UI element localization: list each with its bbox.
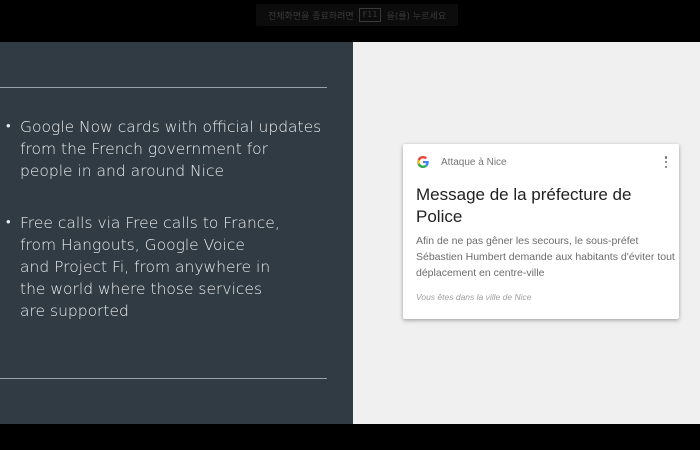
card-body-text: Afin de ne pas gêner les secours, le sou…	[416, 235, 675, 279]
bottom-divider	[0, 378, 327, 379]
bullet-item: • Google Now cards with official updates…	[6, 116, 322, 182]
bullet-line: from Hangouts, Google Voice	[20, 236, 245, 254]
top-divider	[0, 87, 327, 88]
card-footer-location: Vous êtes dans la ville de Nice	[416, 292, 532, 302]
top-letterbox: 전체화면을 종료하려면 F11 을(를) 누르세요	[0, 0, 700, 42]
fullscreen-hint-key: F11	[358, 8, 382, 22]
bottom-letterbox	[0, 424, 700, 450]
bullet-line: Free calls via Free calls to France,	[20, 214, 280, 232]
card-title: Message de la préfecture de Police	[416, 185, 632, 226]
bullet-line: Google Now cards with official updates	[20, 118, 322, 136]
slide-right-panel: Attaque à Nice Message de la préfecture …	[353, 42, 700, 424]
more-vert-icon[interactable]	[663, 155, 669, 169]
google-g-icon	[417, 156, 429, 168]
slide-left-panel: • Google Now cards with official updates…	[0, 42, 353, 424]
bullet-line: are supported	[20, 302, 129, 320]
fullscreen-exit-hint: 전체화면을 종료하려면 F11 을(를) 누르세요	[256, 4, 458, 26]
fullscreen-hint-suffix: 을(를) 누르세요	[386, 11, 447, 22]
bullet-line: people in and around Nice	[20, 162, 224, 180]
bullet-marker: •	[6, 119, 11, 134]
bullet-item: • Free calls via Free calls to France, f…	[6, 212, 320, 322]
bullet-line: from the French government for	[20, 140, 269, 158]
card-source-label: Attaque à Nice	[441, 156, 507, 168]
bullet-line: the world where those services	[20, 280, 263, 298]
google-now-card[interactable]: Attaque à Nice Message de la préfecture …	[403, 144, 679, 319]
bullet-line: and Project Fi, from anywhere in	[20, 258, 271, 276]
card-header: Attaque à Nice	[417, 154, 669, 170]
bullet-marker: •	[6, 215, 11, 230]
fullscreen-hint-prefix: 전체화면을 종료하려면	[267, 11, 354, 22]
